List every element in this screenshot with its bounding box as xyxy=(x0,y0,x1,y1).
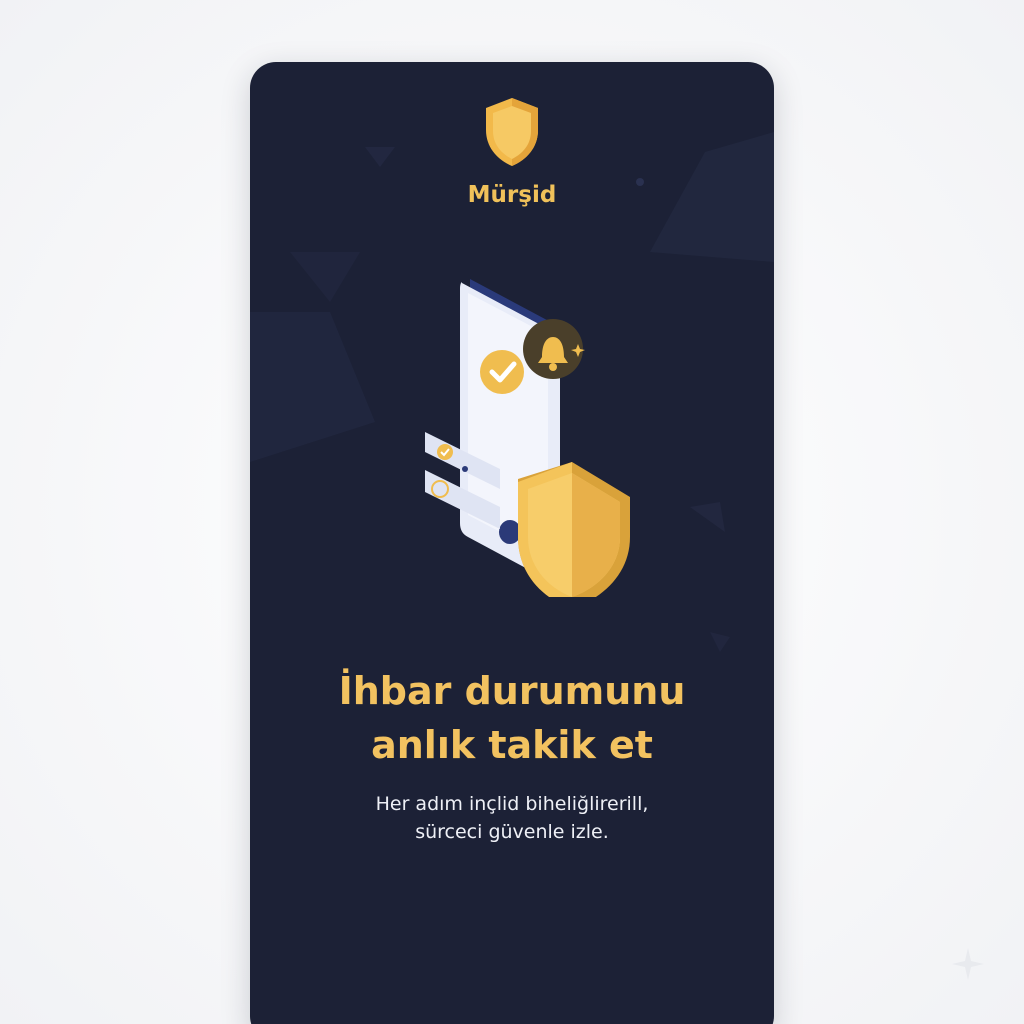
subtext: Her adım inçlid biheliğlirerill, sürceci… xyxy=(250,790,774,846)
checkmark-icon xyxy=(480,350,524,394)
sparkle-icon xyxy=(952,948,984,980)
shield-icon xyxy=(518,462,630,597)
brand-name: Mürşid xyxy=(467,182,557,208)
page-background: Mürşid İhbar durumunu anlık takik et Her… xyxy=(0,0,1024,1024)
bell-icon xyxy=(523,319,585,379)
subtext-line-2: sürceci güvenle izle. xyxy=(415,821,609,843)
subtext-line-1: Her adım inçlid biheliğlirerill, xyxy=(375,793,649,815)
onboarding-card: Mürşid İhbar durumunu anlık takik et Her… xyxy=(250,62,774,1024)
headline-line-2: anlık takik et xyxy=(371,723,653,767)
headline: İhbar durumunu anlık takik et xyxy=(250,664,774,772)
shield-icon xyxy=(486,98,538,166)
headline-line-1: İhbar durumunu xyxy=(338,669,686,713)
security-phone-illustration xyxy=(425,279,630,597)
